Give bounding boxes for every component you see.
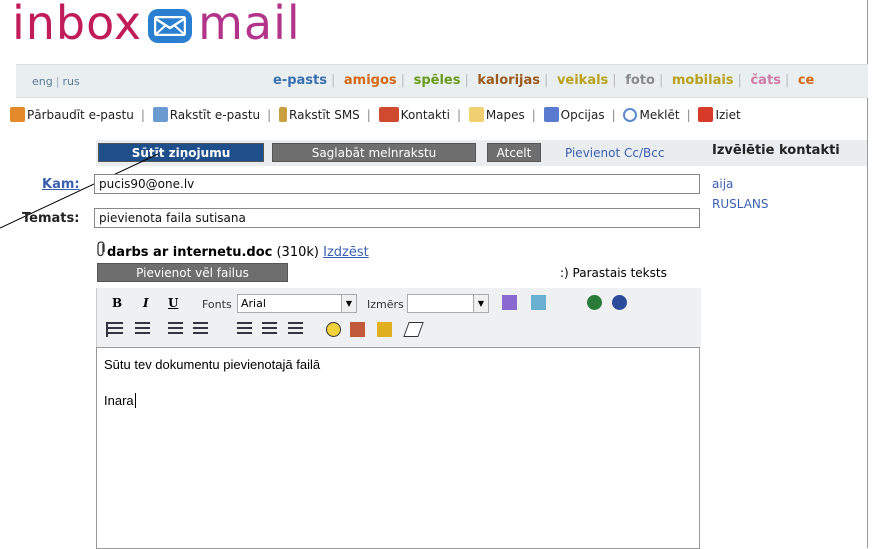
size-label: Izmērs [367, 298, 404, 311]
special-char-icon[interactable] [377, 322, 392, 337]
folder-icon [468, 107, 484, 122]
attachment-row: darbs ar internetu.doc (310k) Izdzēst [107, 245, 369, 260]
align-right-icon[interactable] [288, 322, 303, 337]
search-link[interactable]: Meklēt [623, 108, 680, 122]
check-mail-label: Pārbaudīt e-pastu [27, 108, 134, 122]
logo-text-mail: mail [198, 0, 301, 50]
logout-link[interactable]: Iziet [698, 107, 741, 122]
people-icon [378, 107, 399, 122]
house-icon [10, 107, 25, 122]
compose-icon [152, 107, 168, 122]
tab-ce[interactable]: ce [798, 73, 815, 88]
tab-amigos[interactable]: amigos [344, 73, 397, 88]
smiley-icon[interactable] [326, 322, 341, 337]
bold-button[interactable]: B [112, 296, 122, 310]
body-line-1: Sūtu tev dokumentu pievienotajā failā [104, 357, 321, 372]
envelope-icon [148, 9, 193, 43]
tab-foto[interactable]: foto [625, 73, 655, 88]
to-label[interactable]: Kam: [42, 177, 80, 192]
compose-link[interactable]: Rakstīt e-pastu [152, 107, 261, 122]
folders-link[interactable]: Mapes [468, 107, 525, 122]
italic-button[interactable]: I [143, 296, 149, 310]
options-label: Opcijas [560, 108, 605, 122]
pen-icon [279, 107, 288, 122]
font-select-value: Arial [241, 297, 266, 310]
highlight-color-icon[interactable] [531, 295, 546, 310]
contacts-link[interactable]: Kontakti [378, 107, 450, 122]
unordered-list-icon[interactable] [135, 322, 150, 337]
tab-veikals[interactable]: veikals [557, 73, 608, 88]
folders-label: Mapes [485, 108, 525, 122]
add-cc-bcc-link[interactable]: Pievienot Cc/Bcc [565, 146, 664, 160]
save-draft-button[interactable]: Saglabāt melnrakstu [272, 143, 476, 162]
tab-mobilais[interactable]: mobilais [672, 73, 734, 88]
attachment-name[interactable]: darbs ar internetu.doc [107, 245, 272, 260]
search-icon [623, 108, 638, 122]
lang-rus[interactable]: rus [62, 75, 79, 88]
link-icon[interactable] [587, 295, 602, 310]
sms-label: Rakstīt SMS [289, 108, 360, 122]
service-tabs: e-pasts | amigos | spēles | kalorijas | veik… [273, 73, 815, 88]
editor-toolbar [96, 288, 701, 348]
body-line-2: Inara [104, 393, 136, 408]
cancel-button[interactable]: Atcelt [487, 143, 541, 162]
remove-attachment-link[interactable]: Izdzēst [323, 245, 369, 260]
language-switcher: eng | rus [32, 75, 80, 88]
text-color-icon[interactable] [502, 295, 517, 310]
font-select[interactable]: Arial ▼ [237, 294, 357, 313]
selected-contacts-title: Izvēlētie kontakti [712, 143, 840, 158]
indent-icon[interactable] [193, 322, 208, 337]
search-label: Meklēt [639, 108, 680, 122]
tab-kalorijas[interactable]: kalorijas [477, 73, 540, 88]
align-left-icon[interactable] [237, 322, 252, 337]
chevron-down-icon: ▼ [473, 295, 488, 312]
align-center-icon[interactable] [262, 322, 277, 337]
size-select[interactable]: ▼ [407, 294, 489, 313]
top-nav: eng | rus e-pasts | amigos | spēles | kalorij… [16, 64, 868, 98]
power-icon [698, 107, 714, 122]
tab-speles[interactable]: spēles [414, 73, 461, 88]
to-field[interactable]: pucis90@one.lv [94, 174, 700, 194]
sms-link[interactable]: Rakstīt SMS [279, 107, 360, 122]
underline-button[interactable]: U [168, 296, 178, 310]
compose-label: Rakstīt e-pastu [169, 108, 261, 122]
mail-toolbar: Pārbaudīt e-pastu | Rakstīt e-pastu | Raks… [10, 107, 744, 122]
plain-text-toggle[interactable]: :) Parastais teksts [560, 266, 667, 280]
options-link[interactable]: Opcijas [543, 107, 605, 122]
tab-e-pasts[interactable]: e-pasts [273, 73, 327, 88]
message-editor[interactable] [96, 347, 700, 549]
options-icon [543, 107, 559, 122]
ordered-list-icon[interactable] [106, 322, 123, 337]
tab-cats[interactable]: čats [750, 73, 780, 88]
logout-label: Iziet [715, 108, 741, 122]
subject-field[interactable]: pievienota faila sutisana [94, 208, 700, 228]
contact-item[interactable]: RUSLANS [712, 197, 769, 211]
unlink-icon[interactable] [612, 295, 627, 310]
lang-eng[interactable]: eng [32, 75, 53, 88]
inbox-mail-logo[interactable]: inbox mail [12, 0, 301, 50]
paperclip-icon [97, 241, 105, 257]
image-icon[interactable] [350, 322, 365, 337]
outdent-icon[interactable] [168, 322, 183, 337]
contacts-label: Kontakti [400, 108, 450, 122]
add-more-files-button[interactable]: Pievienot vēl failus [97, 263, 288, 282]
font-label: Fonts [202, 298, 232, 311]
chevron-down-icon: ▼ [341, 295, 356, 312]
check-mail-link[interactable]: Pārbaudīt e-pastu [10, 107, 134, 122]
contact-item[interactable]: aija [712, 177, 733, 191]
logo-text-inbox: inbox [12, 0, 143, 50]
subject-label: Temats: [22, 211, 80, 226]
attachment-size: (310k) [276, 245, 319, 260]
